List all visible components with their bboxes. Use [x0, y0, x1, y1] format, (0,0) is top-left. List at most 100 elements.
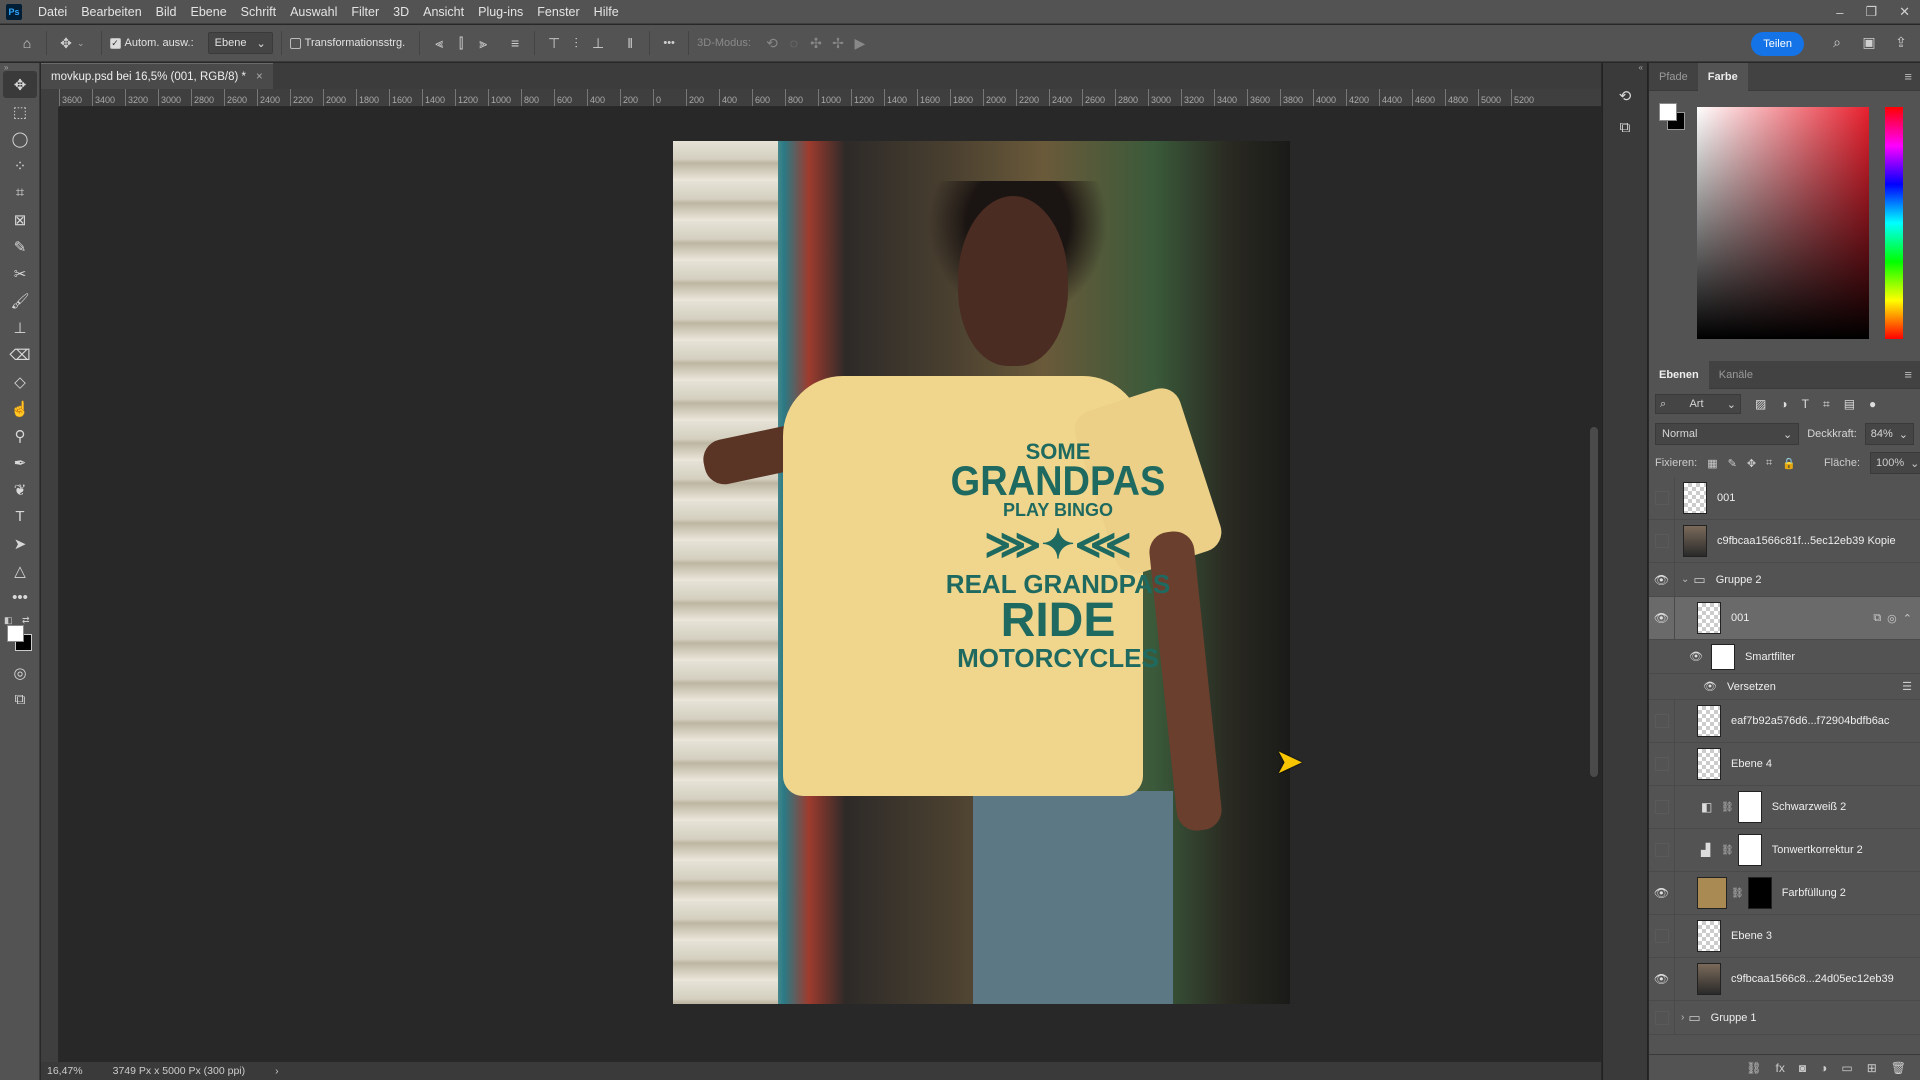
workspace-icon[interactable]: ▣ [1858, 31, 1880, 53]
healing-tool[interactable]: ✂ [3, 260, 37, 287]
auto-select-checkbox[interactable]: ✓ Autom. ausw.: [109, 37, 194, 49]
lasso-tool[interactable]: ◯ [3, 125, 37, 152]
smudge-tool[interactable]: ☝ [3, 395, 37, 422]
home-icon[interactable]: ⌂ [16, 32, 38, 54]
chevron-right-icon[interactable]: › [1681, 1012, 1684, 1023]
move-tool-icon[interactable]: ✥ [55, 32, 77, 54]
adjustment-layer-row[interactable]: ▟ ⛓ Tonwertkorrektur 2 [1649, 829, 1920, 872]
layers-panel-menu-icon[interactable]: ≡ [1904, 367, 1912, 382]
screen-mode-icon[interactable]: ⧉ [3, 686, 37, 713]
smartfilter-row[interactable]: 👁 Smartfilter [1649, 640, 1920, 674]
3d-pan-icon[interactable]: ✣ [805, 32, 827, 54]
layer-row[interactable]: eaf7b92a576d6...f72904bdfb6ac [1649, 700, 1920, 743]
hue-slider[interactable] [1885, 107, 1903, 339]
3d-roll-icon[interactable]: ◌ [783, 32, 805, 54]
3d-scale-icon[interactable]: ▶ [849, 32, 871, 54]
tab-kanaele[interactable]: Kanäle [1709, 361, 1763, 389]
vertical-scrollbar[interactable] [1587, 107, 1601, 1062]
tab-ebenen[interactable]: Ebenen [1649, 360, 1709, 389]
fill-field[interactable]: 100% ⌄ [1870, 452, 1920, 474]
type-tool[interactable]: T [3, 503, 37, 530]
link-icon[interactable]: ⛓ [1731, 888, 1744, 899]
link-layers-icon[interactable]: ⛓ [1746, 1061, 1761, 1075]
dodge-tool[interactable]: ⚲ [3, 422, 37, 449]
menu-3d[interactable]: 3D [386, 5, 416, 19]
share-button[interactable]: Teilen [1751, 32, 1804, 56]
lock-transparency-icon[interactable]: ▦ [1707, 457, 1717, 470]
zoom-level[interactable]: 16,47% [47, 1065, 83, 1077]
filter-adjustment-icon[interactable]: ◑ [1780, 397, 1787, 411]
group-row[interactable]: › ▭ Gruppe 1 [1649, 1001, 1920, 1035]
visibility-toggle[interactable] [1649, 829, 1675, 871]
delete-layer-icon[interactable]: 🗑 [1891, 1061, 1906, 1075]
path-selection-tool[interactable]: ➤ [3, 530, 37, 557]
foreground-color[interactable] [7, 625, 24, 642]
new-layer-icon[interactable]: ⊞ [1867, 1061, 1877, 1075]
align-top-icon[interactable]: ⊤ [543, 32, 565, 54]
menu-filter[interactable]: Filter [344, 5, 386, 19]
visibility-toggle[interactable] [1649, 786, 1675, 828]
distribute-horizontal-icon[interactable]: ‖ [619, 32, 641, 54]
visibility-toggle[interactable] [1649, 743, 1675, 785]
crop-tool[interactable]: ⌗ [3, 179, 37, 206]
quick-mask-icon[interactable]: ◎ [3, 659, 37, 686]
align-middle-v-icon[interactable]: ⫶ [565, 32, 587, 54]
chevron-down-icon[interactable]: ⌄ [1681, 574, 1689, 585]
vertical-ruler[interactable] [41, 107, 59, 1062]
filter-row[interactable]: 👁 Versetzen ☰ [1649, 674, 1920, 700]
close-window-button[interactable]: ✕ [1899, 4, 1910, 20]
lock-position-icon[interactable]: ✥ [1747, 457, 1756, 470]
layer-style-fx-icon[interactable]: fx [1776, 1061, 1785, 1075]
quick-selection-tool[interactable]: ⁘ [3, 152, 37, 179]
menu-bild[interactable]: Bild [149, 5, 184, 19]
visibility-toggle[interactable] [1649, 477, 1675, 519]
marquee-tool[interactable]: ⬚ [3, 98, 37, 125]
3d-slide-icon[interactable]: ✢ [827, 32, 849, 54]
menu-auswahl[interactable]: Auswahl [283, 5, 344, 19]
layer-row[interactable]: 001 [1649, 477, 1920, 520]
tab-pfade[interactable]: Pfade [1649, 63, 1698, 91]
menu-plugins[interactable]: Plug-ins [471, 5, 530, 19]
menu-bearbeiten[interactable]: Bearbeiten [74, 5, 148, 19]
link-icon[interactable]: ⛓ [1721, 802, 1734, 813]
layer-row[interactable]: 👁 c9fbcaa1566c8...24d05ec12eb39 [1649, 958, 1920, 1001]
layer-filter-kind-dropdown[interactable]: ⌕ Art ⌄ [1655, 394, 1741, 414]
menu-hilfe[interactable]: Hilfe [587, 5, 626, 19]
eye-icon[interactable]: 👁 [1649, 958, 1675, 1000]
frame-tool[interactable]: ⊠ [3, 206, 37, 233]
lock-all-icon[interactable]: 🔒 [1782, 457, 1796, 470]
restore-button[interactable]: ❐ [1865, 4, 1877, 20]
move-tool[interactable]: ✥ [3, 71, 37, 98]
filter-type-icon[interactable]: T [1802, 397, 1809, 411]
tool-preset-chevron-icon[interactable]: ⌄ [77, 38, 85, 49]
filter-toggle-icon[interactable]: ● [1869, 397, 1876, 411]
menu-ansicht[interactable]: Ansicht [416, 5, 471, 19]
visibility-toggle[interactable] [1649, 700, 1675, 742]
new-adjustment-layer-icon[interactable]: ◑ [1820, 1061, 1827, 1075]
stamp-tool[interactable]: ⊥ [3, 314, 37, 341]
layer-row[interactable]: Ebene 4 [1649, 743, 1920, 786]
horizontal-ruler[interactable]: 3600 3400 3200 3000 2800 2600 2400 2200 2000 1800… [59, 89, 1601, 107]
fill-layer-row[interactable]: 👁 ⛓ Farbfüllung 2 [1649, 872, 1920, 915]
menu-schrift[interactable]: Schrift [234, 5, 283, 19]
search-icon[interactable]: ⌕ [1826, 31, 1848, 53]
canvas-image[interactable]: SOME GRANDPAS PLAY BINGO ⋙✦⋘ REAL GRANDP… [673, 141, 1290, 1004]
pen-tool[interactable]: ✒ [3, 449, 37, 476]
align-left-icon[interactable]: ⫷ [428, 32, 450, 54]
layer-row[interactable]: Ebene 3 [1649, 915, 1920, 958]
more-options-button[interactable]: ••• [658, 32, 680, 54]
visibility-toggle[interactable] [1649, 1001, 1675, 1034]
panel-menu-icon[interactable]: ≡ [1904, 69, 1912, 84]
paint-bucket-tool[interactable]: ◇ [3, 368, 37, 395]
link-icon[interactable]: ⛓ [1721, 845, 1734, 856]
layer-comps-icon[interactable]: ⧉ [1607, 114, 1643, 141]
color-swatches[interactable]: ◧ ⇄ [0, 615, 39, 659]
eyedropper-tool[interactable]: ✎ [3, 233, 37, 260]
filter-options-icon[interactable]: ☰ [1902, 680, 1912, 693]
blend-mode-dropdown[interactable]: Normal ⌄ [1655, 423, 1800, 445]
curvature-pen-tool[interactable]: ❦ [3, 476, 37, 503]
opacity-field[interactable]: 84% ⌄ [1864, 423, 1914, 445]
saturation-brightness-picker[interactable] [1697, 107, 1869, 339]
3d-orbit-icon[interactable]: ⟲ [761, 32, 783, 54]
eye-icon[interactable]: 👁 [1649, 597, 1675, 639]
